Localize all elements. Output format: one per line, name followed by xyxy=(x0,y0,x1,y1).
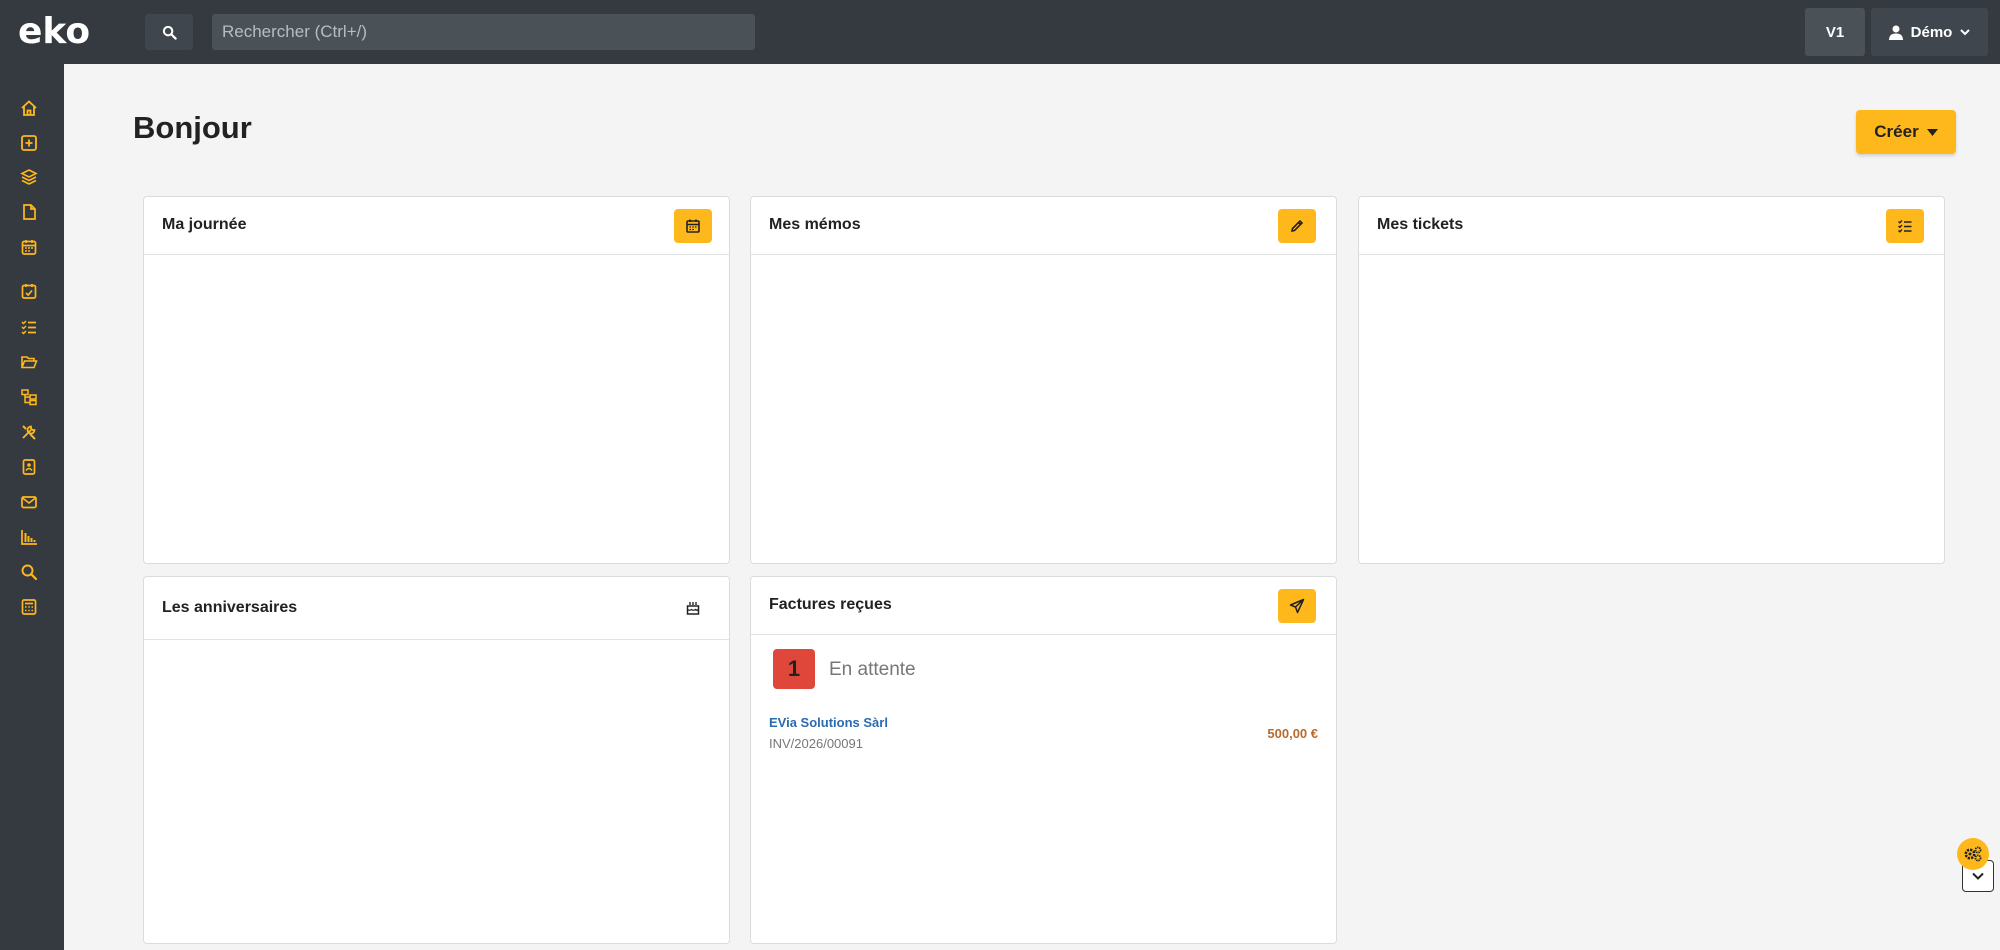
edit-memo-button[interactable] xyxy=(1278,209,1316,243)
user-icon xyxy=(1888,25,1903,40)
paper-plane-icon xyxy=(1289,598,1305,614)
calendar-icon xyxy=(686,219,700,233)
card-title: Mes mémos xyxy=(769,216,861,233)
eko-logo[interactable]: eko xyxy=(18,10,98,52)
card-mes-tickets: Mes tickets xyxy=(1358,196,1945,564)
card-title: Factures reçues xyxy=(769,596,892,613)
pending-count: 1 xyxy=(787,656,801,681)
card-header: Mes tickets xyxy=(1359,197,1944,255)
user-name: Démo xyxy=(1910,23,1953,41)
mail-icon[interactable] xyxy=(18,491,40,513)
contact-book-icon[interactable] xyxy=(18,456,40,478)
invoice-amount: 500,00 € xyxy=(1267,726,1318,741)
version-button[interactable]: V1 xyxy=(1805,8,1865,56)
birthday-cake-icon xyxy=(686,602,700,615)
org-chart-icon[interactable] xyxy=(18,386,40,408)
search-input[interactable] xyxy=(212,14,755,50)
card-title: Les anniversaires xyxy=(162,599,298,616)
search-button[interactable] xyxy=(145,14,193,50)
card-ma-journee: Ma journée xyxy=(143,196,730,564)
card-les-anniversaires: Les anniversaires xyxy=(143,576,730,944)
top-bar: eko V1 Démo xyxy=(0,0,2000,64)
invoice-supplier-link[interactable]: EVia Solutions Sàrl xyxy=(769,715,888,730)
card-body: 1 En attente EVia Solutions Sàrl INV/202… xyxy=(751,635,1336,935)
user-menu[interactable]: Démo xyxy=(1871,8,1988,56)
tickets-list-button[interactable] xyxy=(1886,209,1924,243)
calculator-icon[interactable] xyxy=(18,596,40,618)
task-list-icon xyxy=(1898,220,1912,233)
home-icon[interactable] xyxy=(18,97,40,119)
task-list-icon[interactable] xyxy=(18,316,40,338)
layers-icon[interactable] xyxy=(18,166,40,188)
folder-open-icon[interactable] xyxy=(18,351,40,373)
card-header: Mes mémos xyxy=(751,197,1336,255)
calendar-button[interactable] xyxy=(674,209,712,243)
chevron-down-icon xyxy=(1972,872,1984,880)
card-header: Factures reçues xyxy=(751,577,1336,635)
search-icon xyxy=(162,25,177,40)
create-button-label: Créer xyxy=(1874,122,1919,141)
sidebar xyxy=(0,64,64,950)
bar-chart-icon[interactable] xyxy=(18,526,40,548)
page-title: Bonjour xyxy=(133,110,252,145)
calendar-icon[interactable] xyxy=(18,236,40,258)
card-title: Mes tickets xyxy=(1377,216,1464,233)
pending-count-badge[interactable]: 1 xyxy=(773,649,815,689)
card-header: Ma journée xyxy=(144,197,729,255)
pencil-icon xyxy=(1290,219,1304,233)
tools-icon[interactable] xyxy=(18,421,40,443)
birthday-button[interactable] xyxy=(674,591,712,625)
calendar-check-icon[interactable] xyxy=(18,280,40,302)
card-header: Les anniversaires xyxy=(144,577,729,640)
pending-status-label: En attente xyxy=(829,659,916,680)
invoice-reference: INV/2026/00091 xyxy=(769,736,863,751)
card-mes-memos: Mes mémos xyxy=(750,196,1337,564)
plus-square-icon[interactable] xyxy=(18,132,40,154)
search-icon[interactable] xyxy=(18,561,40,583)
gears-icon xyxy=(1964,846,1982,862)
svg-text:eko: eko xyxy=(18,11,90,52)
version-label: V1 xyxy=(1825,23,1845,41)
send-invoice-button[interactable] xyxy=(1278,589,1316,623)
file-icon[interactable] xyxy=(18,201,40,223)
card-factures-recues: Factures reçues 1 En attente EVia Soluti… xyxy=(750,576,1337,944)
caret-down-icon xyxy=(1926,128,1938,136)
chevron-down-icon xyxy=(1960,29,1971,36)
create-button[interactable]: Créer xyxy=(1856,110,1956,154)
settings-float-button[interactable] xyxy=(1957,838,1989,870)
card-title: Ma journée xyxy=(162,216,247,233)
